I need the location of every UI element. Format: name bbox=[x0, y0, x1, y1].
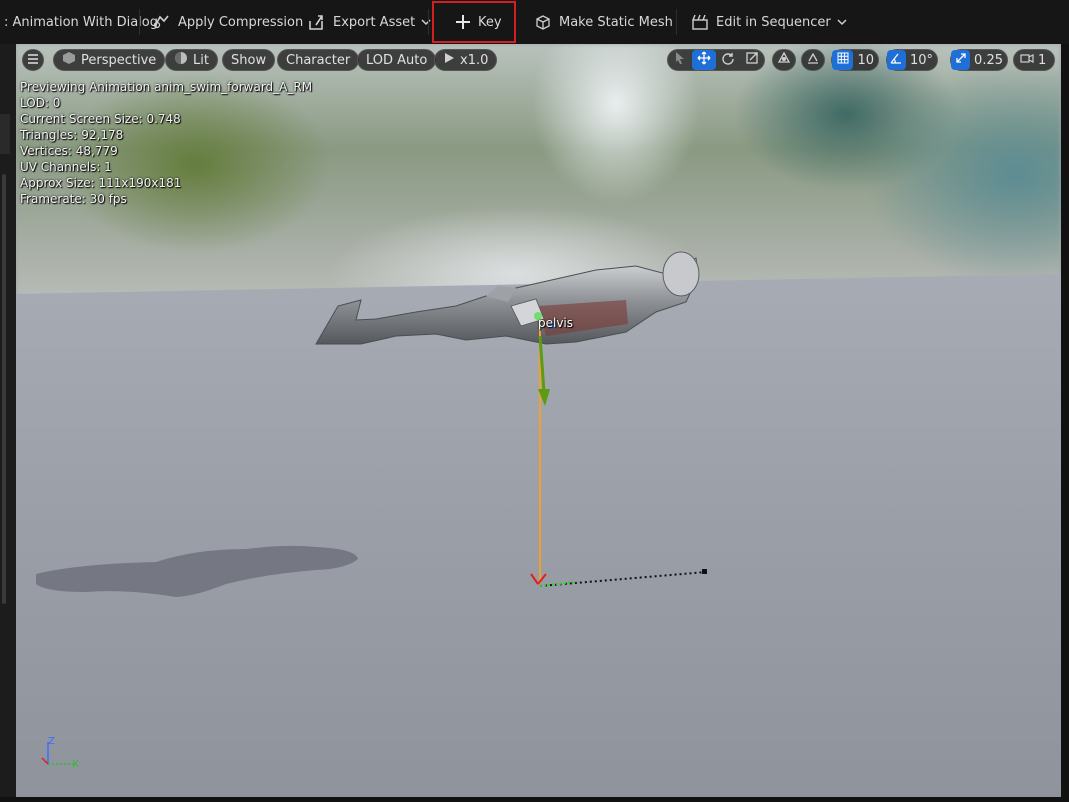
surface-snap-icon bbox=[806, 51, 820, 69]
world-local-toggle[interactable] bbox=[772, 49, 796, 71]
static-mesh-icon bbox=[533, 13, 553, 31]
stats-triangles-line: Triangles: 92,178 bbox=[20, 128, 124, 142]
stats-uv-channels-line: UV Channels: 1 bbox=[20, 160, 112, 174]
show-button[interactable]: Show bbox=[222, 49, 276, 71]
lod-button[interactable]: LOD Auto bbox=[357, 49, 437, 71]
chevron-down-icon bbox=[421, 18, 431, 26]
transform-tools bbox=[667, 49, 765, 71]
key-button-highlight bbox=[432, 1, 516, 43]
rotation-snap-value: 10° bbox=[909, 52, 933, 68]
animation-with-dialog-label: : Animation With Dialog bbox=[4, 14, 158, 30]
asset-toolbar: : Animation With Dialog Apply Compressio… bbox=[0, 0, 1069, 44]
scale-tool[interactable] bbox=[740, 50, 764, 70]
make-static-mesh-label: Make Static Mesh bbox=[559, 14, 673, 30]
lit-button[interactable]: Lit bbox=[165, 49, 218, 71]
animation-with-dialog-button[interactable]: : Animation With Dialog bbox=[4, 0, 158, 44]
playback-speed-button[interactable]: x1.0 bbox=[434, 49, 498, 71]
rotation-snap-control[interactable]: 10° bbox=[886, 49, 938, 71]
viewport-bottom-border bbox=[0, 797, 1069, 802]
edit-in-sequencer-button[interactable]: Edit in Sequencer bbox=[690, 0, 847, 44]
export-icon bbox=[307, 13, 327, 31]
surface-snap-button[interactable] bbox=[801, 49, 825, 71]
apply-compression-button[interactable]: Apply Compression bbox=[152, 0, 303, 44]
grid-snap-control[interactable]: 10 bbox=[831, 49, 879, 71]
scale-snap-icon bbox=[954, 51, 968, 69]
scale-snap-control[interactable]: 0.25 bbox=[950, 49, 1008, 71]
stats-preview-line: Previewing Animation anim_swim_forward_A… bbox=[20, 80, 313, 94]
stats-approx-size-line: Approx Size: 111x190x181 bbox=[20, 176, 182, 190]
floor-plane bbox=[16, 274, 1061, 797]
character-label: Character bbox=[286, 52, 351, 68]
move-icon bbox=[697, 51, 711, 69]
scale-icon bbox=[745, 51, 759, 69]
camera-speed-button[interactable]: 1 bbox=[1013, 49, 1055, 71]
toolbar-divider bbox=[676, 9, 677, 35]
perspective-label: Perspective bbox=[81, 52, 157, 68]
rotate-tool[interactable] bbox=[716, 50, 740, 70]
stats-framerate-line: Framerate: 30 fps bbox=[20, 192, 127, 206]
grid-snap-value: 10 bbox=[857, 52, 874, 68]
cube-icon bbox=[62, 51, 76, 69]
scale-snap-toggle[interactable] bbox=[951, 50, 971, 70]
camera-icon bbox=[1020, 52, 1034, 68]
export-asset-label: Export Asset bbox=[333, 14, 416, 30]
viewport-stats-overlay: Previewing Animation anim_swim_forward_A… bbox=[20, 79, 312, 207]
stats-screen-size-line: Current Screen Size: 0.748 bbox=[20, 112, 181, 126]
rotation-snap-toggle[interactable] bbox=[887, 50, 906, 70]
lit-icon bbox=[174, 51, 188, 69]
chevron-down-icon bbox=[837, 18, 847, 26]
export-asset-button[interactable]: Export Asset bbox=[307, 0, 431, 44]
toolbar-divider bbox=[428, 9, 429, 35]
preview-viewport[interactable]: Z X pelvis Perspective Lit Show Characte… bbox=[16, 44, 1061, 797]
viewport-border bbox=[1061, 44, 1069, 802]
perspective-button[interactable]: Perspective bbox=[53, 49, 166, 71]
grid-icon bbox=[836, 51, 850, 69]
bone-name-label: pelvis bbox=[538, 316, 574, 330]
grid-snap-toggle[interactable] bbox=[832, 50, 854, 70]
show-label: Show bbox=[231, 52, 267, 68]
stats-lod-line: LOD: 0 bbox=[20, 96, 61, 110]
side-panel-strip bbox=[0, 44, 16, 802]
stats-vertices-line: Vertices: 48,779 bbox=[20, 144, 118, 158]
translate-tool[interactable] bbox=[692, 50, 716, 70]
play-speed-label: x1.0 bbox=[460, 52, 489, 68]
viewport-toolbar: Perspective Lit Show Character LOD Auto … bbox=[16, 49, 1061, 73]
edit-in-sequencer-label: Edit in Sequencer bbox=[716, 14, 831, 30]
lod-label: LOD Auto bbox=[366, 52, 428, 68]
hamburger-icon bbox=[27, 53, 39, 68]
character-button[interactable]: Character bbox=[277, 49, 360, 71]
scale-snap-value: 0.25 bbox=[974, 52, 1003, 68]
sequencer-icon bbox=[690, 13, 710, 31]
toolbar-divider bbox=[139, 9, 140, 35]
lit-label: Lit bbox=[193, 52, 209, 68]
camera-speed-value: 1 bbox=[1038, 52, 1047, 68]
viewport-menu-button[interactable] bbox=[22, 49, 44, 71]
apply-compression-label: Apply Compression bbox=[178, 14, 304, 30]
rotate-icon bbox=[721, 51, 735, 69]
angle-icon bbox=[889, 51, 903, 69]
panel-tab[interactable] bbox=[0, 114, 10, 154]
axis-x-label: X bbox=[72, 759, 79, 770]
compression-icon bbox=[152, 13, 172, 31]
select-tool[interactable] bbox=[668, 50, 692, 70]
make-static-mesh-button[interactable]: Make Static Mesh bbox=[533, 0, 673, 44]
cursor-icon bbox=[674, 51, 686, 69]
axis-z-label: Z bbox=[48, 736, 55, 747]
play-icon bbox=[443, 52, 455, 68]
panel-scrollbar[interactable] bbox=[2, 174, 6, 604]
world-icon bbox=[777, 51, 791, 69]
